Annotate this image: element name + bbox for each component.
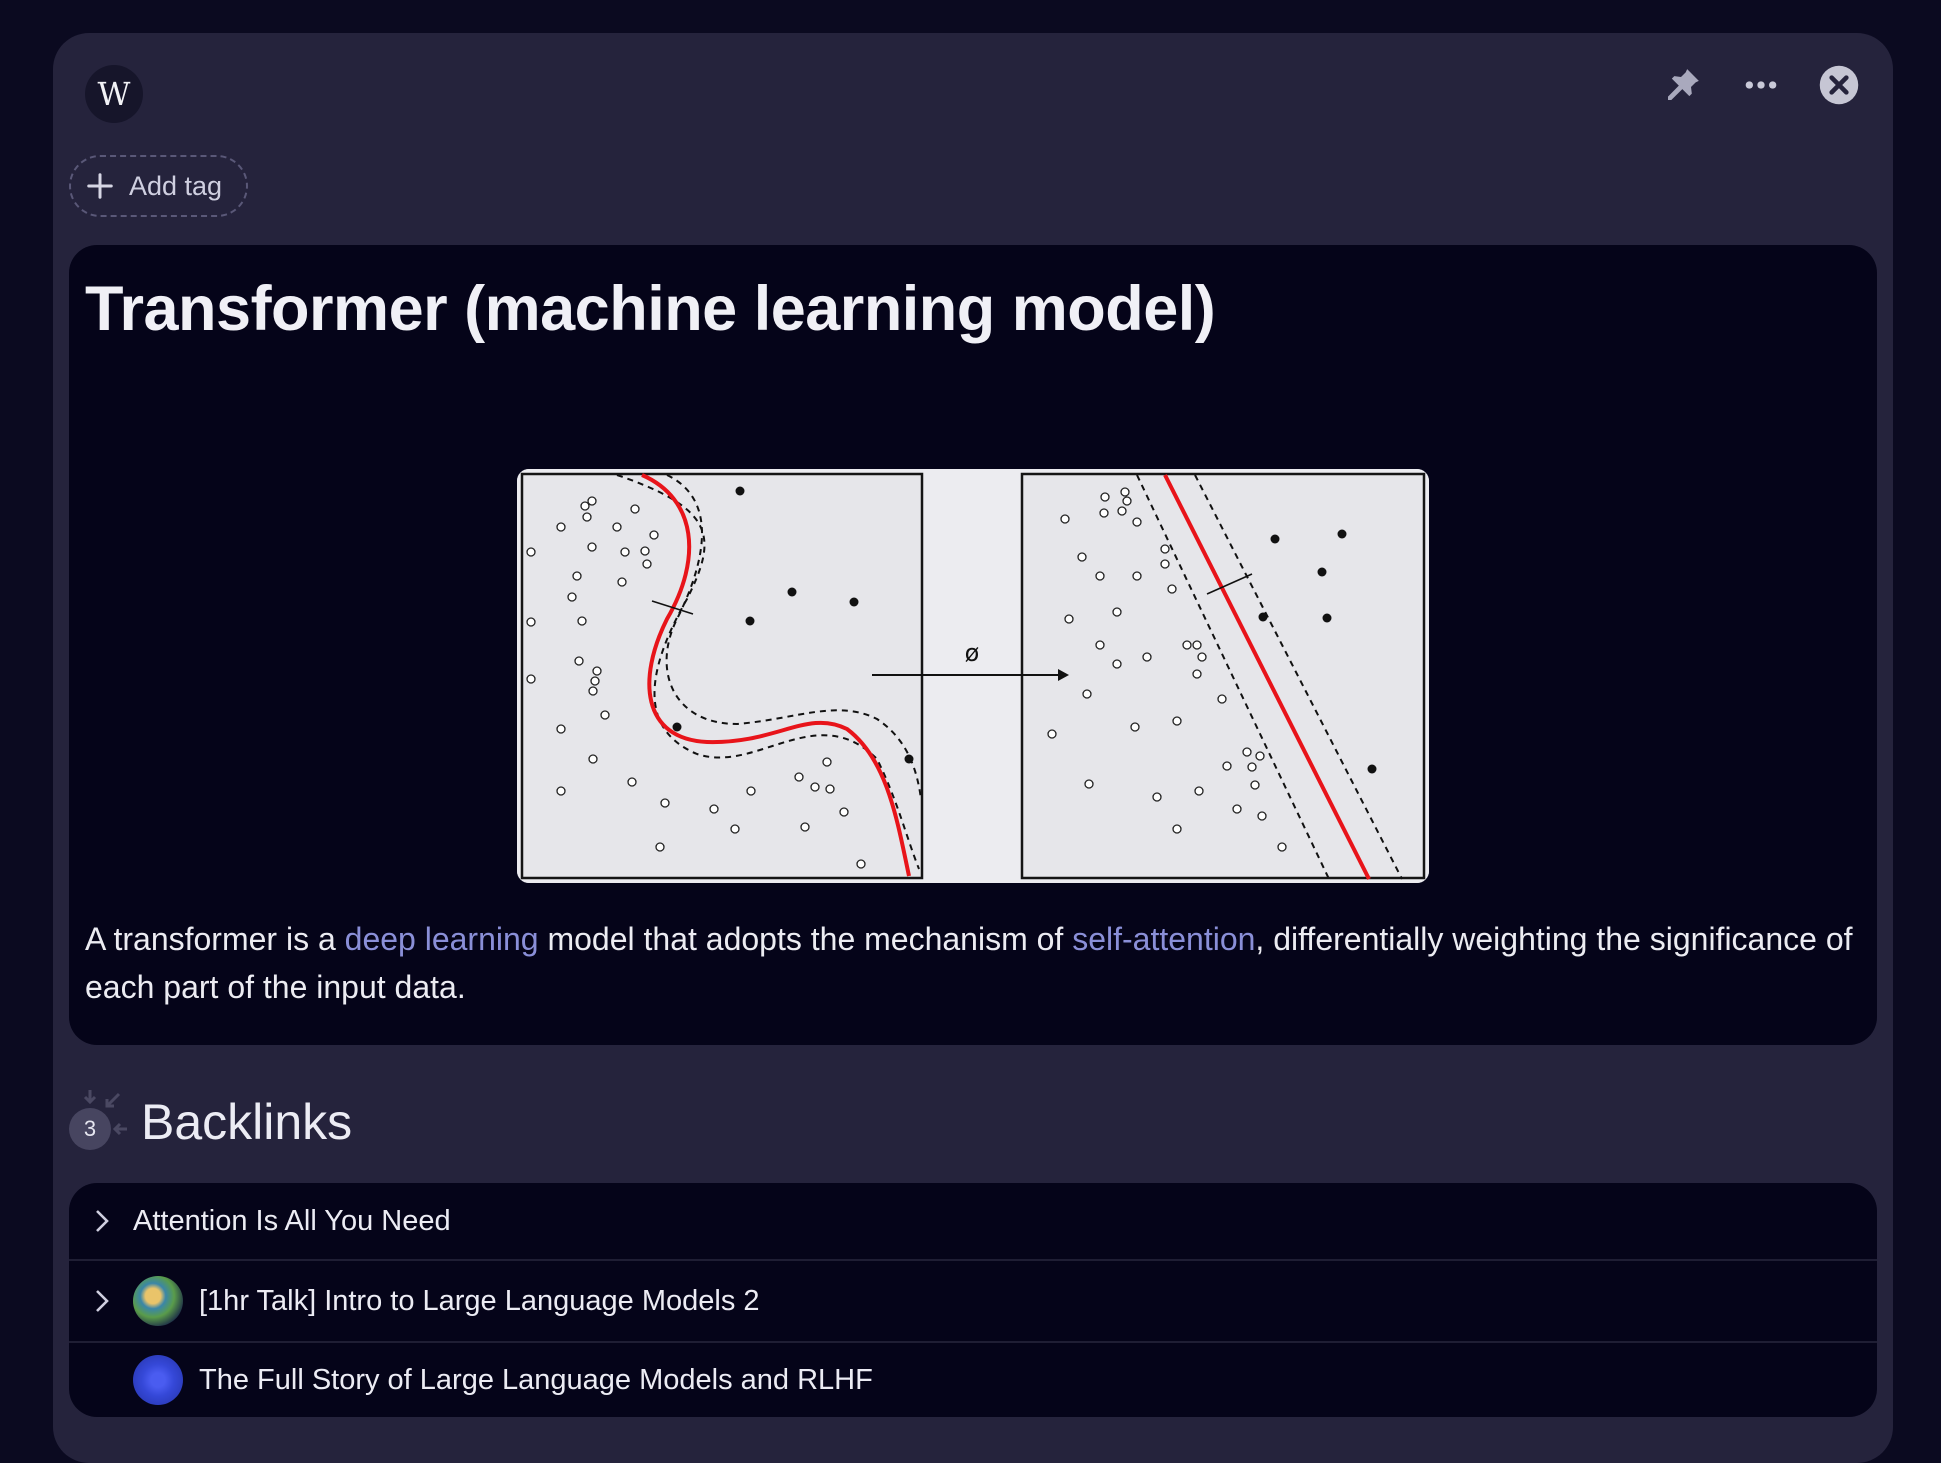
backlink-title: [1hr Talk] Intro to Large Language Model… (199, 1284, 760, 1317)
article-title: Transformer (machine learning model) (85, 274, 1216, 344)
video-thumbnail-icon (133, 1276, 183, 1326)
figure-arrow-label: ø (965, 639, 980, 667)
add-tag-label: Add tag (129, 170, 223, 201)
more-icon (1745, 81, 1777, 89)
note-panel: W Add tag Transformer (machine learning … (53, 33, 1893, 1463)
kernel-trick-figure: ø (517, 469, 1429, 883)
close-icon (1819, 65, 1859, 105)
video-thumbnail-icon (133, 1355, 183, 1405)
backlink-title: Attention Is All You Need (133, 1204, 451, 1237)
top-actions (1659, 61, 1863, 109)
add-tag-button[interactable]: Add tag (69, 155, 249, 217)
pin-icon (1668, 69, 1699, 100)
more-options-button[interactable] (1737, 61, 1785, 109)
backlinks-list: Attention Is All You Need [1hr Talk] Int… (69, 1183, 1877, 1417)
backlinks-count: 3 (69, 1108, 111, 1150)
wikipedia-icon: W (97, 75, 131, 113)
chevron-right-icon[interactable] (87, 1206, 117, 1236)
backlinks-icon: 3 (69, 1090, 127, 1154)
kernel-trick-illustration: ø (517, 469, 1429, 883)
backlinks-header: 3 Backlinks (69, 1090, 352, 1154)
backlinks-heading: Backlinks (141, 1094, 353, 1150)
plus-icon (87, 173, 113, 199)
backlink-item[interactable]: Attention Is All You Need (69, 1183, 1877, 1261)
pin-button[interactable] (1659, 61, 1707, 109)
backlink-item[interactable]: [1hr Talk] Intro to Large Language Model… (69, 1261, 1877, 1343)
close-button[interactable] (1815, 61, 1863, 109)
link-deep-learning[interactable]: deep learning (345, 921, 539, 957)
wikipedia-source-badge: W (85, 65, 143, 123)
chevron-right-icon[interactable] (87, 1286, 117, 1316)
article-card: Transformer (machine learning model) ø A… (69, 245, 1877, 1045)
backlink-title: The Full Story of Large Language Models … (199, 1363, 873, 1396)
article-summary: A transformer is a deep learning model t… (85, 921, 1853, 1005)
link-self-attention[interactable]: self-attention (1072, 921, 1255, 957)
backlink-item[interactable]: The Full Story of Large Language Models … (69, 1343, 1877, 1417)
